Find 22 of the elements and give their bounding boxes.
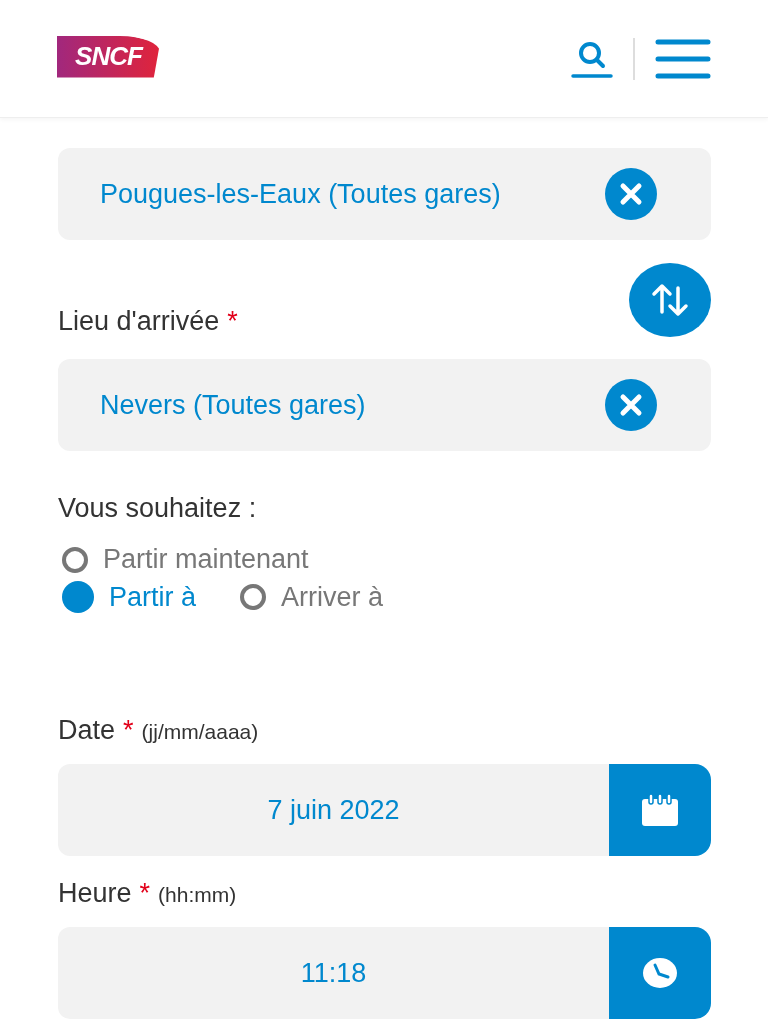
arrival-label: Lieu d'arrivée: [58, 306, 220, 336]
date-picker-button[interactable]: [609, 764, 711, 856]
format-hint: (jj/mm/aaaa): [141, 720, 259, 743]
required-mark: *: [139, 878, 151, 908]
required-mark: *: [123, 715, 134, 745]
required-mark: *: [227, 306, 238, 336]
wish-label: Vous souhaitez :: [58, 493, 258, 524]
format-hint: (hh:mm): [158, 883, 237, 906]
menu-icon[interactable]: [655, 38, 711, 79]
time-label: Heure: [58, 878, 132, 908]
radio-option[interactable]: Partir maintenant: [62, 544, 711, 575]
time-picker-button[interactable]: [609, 927, 711, 1019]
clear-icon[interactable]: [605, 379, 657, 431]
date-label: Date: [58, 715, 116, 745]
sncf-logo[interactable]: SNCF: [57, 35, 160, 78]
radio-option[interactable]: Arriver à: [240, 581, 384, 613]
radio-option[interactable]: Partir à: [62, 581, 197, 613]
date-field[interactable]: 7 juin 2022: [58, 764, 609, 856]
time-field[interactable]: 11:18: [58, 927, 609, 1019]
clock-icon: [641, 956, 679, 990]
calendar-icon: [641, 793, 679, 827]
clear-icon[interactable]: [605, 168, 657, 220]
